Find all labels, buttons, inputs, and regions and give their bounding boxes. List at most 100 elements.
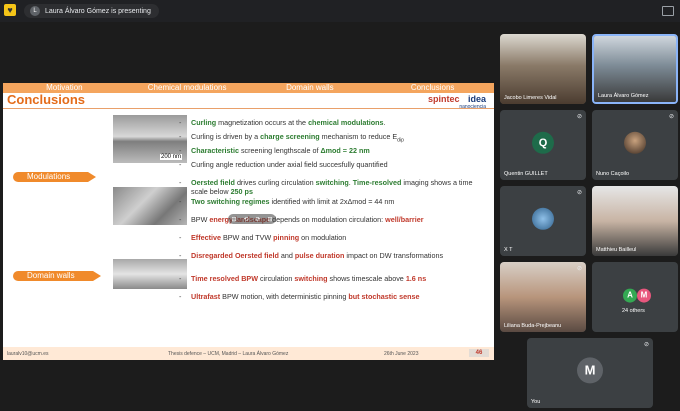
bullet-text: . <box>383 118 386 127</box>
bullet-text: dip <box>397 137 404 144</box>
bullet-item: Oersted field drives curling circulation… <box>179 178 491 196</box>
presenting-text: Laura Álvaro Gómez is presenting <box>45 7 151 15</box>
bullet-text: Δmod = 22 nm <box>320 146 370 155</box>
bullet-text: Time resolved BPW <box>191 274 260 283</box>
bullet-text: Oersted field <box>191 178 237 187</box>
control-icon[interactable]: ⊡ <box>231 216 236 223</box>
footer-title: Thesis defence – UCM, Madrid – Laura Álv… <box>168 351 289 357</box>
presenter-avatar: L <box>30 6 40 16</box>
bullet-text: 250 ps <box>230 187 253 196</box>
bullet-text: BPW <box>191 215 210 224</box>
bullet-item: Curling is driven by a charge screening … <box>179 132 491 145</box>
imdea-logo: idea <box>467 94 486 104</box>
nanociencia-label: nanociencia <box>459 104 486 110</box>
title-divider <box>3 108 494 109</box>
bullet-text: switching <box>315 178 349 187</box>
footer-date: 26th June 2023 <box>384 351 419 357</box>
tile-you[interactable]: ⊘ M You <box>527 338 653 408</box>
bullet-text: Disregarded Oersted field <box>191 251 281 260</box>
top-bar: ♥ L Laura Álvaro Gómez is presenting <box>0 0 680 22</box>
video-feed <box>500 34 586 104</box>
domain-wall-image <box>113 259 187 289</box>
brand-logos: spintec idea nanociencia <box>427 94 486 110</box>
more-icon[interactable]: ⊟ <box>267 216 272 223</box>
bullet-text: on modulation <box>301 233 347 242</box>
shared-slide: Motivation Chemical modulations Domain w… <box>3 83 494 360</box>
tile-laura[interactable]: Laura Álvaro Gómez <box>592 34 678 104</box>
section-domain-walls: Domain walls <box>13 271 101 281</box>
tile-quentin[interactable]: ⊘ Q Quentin GUILLET <box>500 110 586 180</box>
tile-nuno[interactable]: ⊘ Nuno Caçoilo <box>592 110 678 180</box>
participant-name: Laura Álvaro Gómez <box>598 93 649 99</box>
slide-controls[interactable]: ⊡ ⟲ ⟳ ⊟ <box>228 214 276 224</box>
footer-email: lauralv10@ucm.es <box>7 351 49 357</box>
video-feed <box>500 262 586 332</box>
participant-name: Matthieu Bailleul <box>596 247 637 253</box>
bullet-item: Curling angle reduction under axial fiel… <box>179 160 491 169</box>
participant-name: Jacobo Limeres Vidal <box>504 95 557 101</box>
window-icon[interactable] <box>662 6 674 16</box>
avatar: A <box>623 288 637 303</box>
undo-icon[interactable]: ⟲ <box>243 216 248 223</box>
tile-xt[interactable]: ⊘ X T <box>500 186 586 256</box>
bullet-text: Curling angle reduction under axial fiel… <box>191 160 388 169</box>
bullet-text: Two switching regimes <box>191 197 272 206</box>
oersted-image <box>113 187 187 225</box>
bullet-text: impact on DW transformations <box>346 251 444 260</box>
mic-off-icon: ⊘ <box>576 190 582 196</box>
bullet-text: depends on modulation circulation: <box>272 215 386 224</box>
tile-liliana[interactable]: ⊘ Liliana Buda-Prejbeanu <box>500 262 586 332</box>
bullet-item: Time resolved BPW circulation switching … <box>179 274 491 283</box>
bullet-item: Ultrafast BPW motion, with deterministic… <box>179 292 491 301</box>
page-number: 46 <box>469 349 489 357</box>
participant-name: Nuno Caçoilo <box>596 171 630 177</box>
nav-conclusions: Conclusions <box>410 83 455 92</box>
spintec-logo: spintec <box>427 94 460 104</box>
bullet-text: pinning <box>273 233 302 242</box>
bullet-text: charge screening <box>260 132 322 141</box>
bullet-text: BPW and TVW <box>222 233 274 242</box>
bullet-text: Characteristic <box>191 146 241 155</box>
bullet-text: chemical modulations <box>308 118 384 127</box>
nav-chemical-modulations: Chemical modulations <box>147 83 227 92</box>
bullet-text: drives curling circulation <box>236 178 316 187</box>
bullet-item: Disregarded Oersted field and pulse dura… <box>179 251 491 260</box>
slide-title: Conclusions <box>7 92 86 107</box>
bullet-text: mechanism to reduce E <box>321 132 398 141</box>
tile-jacobo[interactable]: Jacobo Limeres Vidal <box>500 34 586 104</box>
video-feed <box>592 186 678 256</box>
bullet-text: Time-resolved <box>352 178 404 187</box>
app-logo-icon: ♥ <box>4 4 16 16</box>
bullet-text: well/barrier <box>385 215 424 224</box>
nav-domain-walls: Domain walls <box>286 83 334 92</box>
mic-off-icon: ⊘ <box>643 342 649 348</box>
slide-footer: lauralv10@ucm.es Thesis defence – UCM, M… <box>3 347 494 360</box>
avatar <box>532 207 554 230</box>
avatar <box>624 131 646 154</box>
participant-name: Quentin GUILLET <box>504 171 548 177</box>
mic-off-icon: ⊘ <box>576 266 582 272</box>
tile-others[interactable]: A M 24 others <box>592 262 678 332</box>
bullet-text: and <box>280 251 295 260</box>
bullet-item: Effective BPW and TVW pinning on modulat… <box>179 233 491 242</box>
bullet-text: pulse duration <box>294 251 347 260</box>
section-modulations: Modulations <box>13 172 97 182</box>
mic-off-icon: ⊘ <box>668 114 674 120</box>
tile-matthieu[interactable]: Matthieu Bailleul <box>592 186 678 256</box>
bullet-text: Curling is driven by a <box>191 132 261 141</box>
bullet-text: shows timescale above <box>329 274 406 283</box>
participant-name: Liliana Buda-Prejbeanu <box>504 323 562 329</box>
bullet-text: circulation <box>259 274 295 283</box>
avatar: M <box>637 288 651 303</box>
presenting-chip[interactable]: L Laura Álvaro Gómez is presenting <box>24 4 159 18</box>
participant-name: X T <box>504 247 513 253</box>
bullet-item: Two switching regimes identified with li… <box>179 197 491 206</box>
mic-off-icon: ⊘ <box>576 114 582 120</box>
bullet-text: BPW motion, with deterministic pinning <box>222 292 349 301</box>
bullet-text: identified with limit at 2xΔmod = 44 nm <box>271 197 395 206</box>
bullet-text: Ultrafast <box>191 292 223 301</box>
redo-icon[interactable]: ⟳ <box>255 216 260 223</box>
avatar: Q <box>532 131 554 154</box>
bullet-text: magnetization occurs at the <box>218 118 309 127</box>
avatar: M <box>577 357 603 384</box>
